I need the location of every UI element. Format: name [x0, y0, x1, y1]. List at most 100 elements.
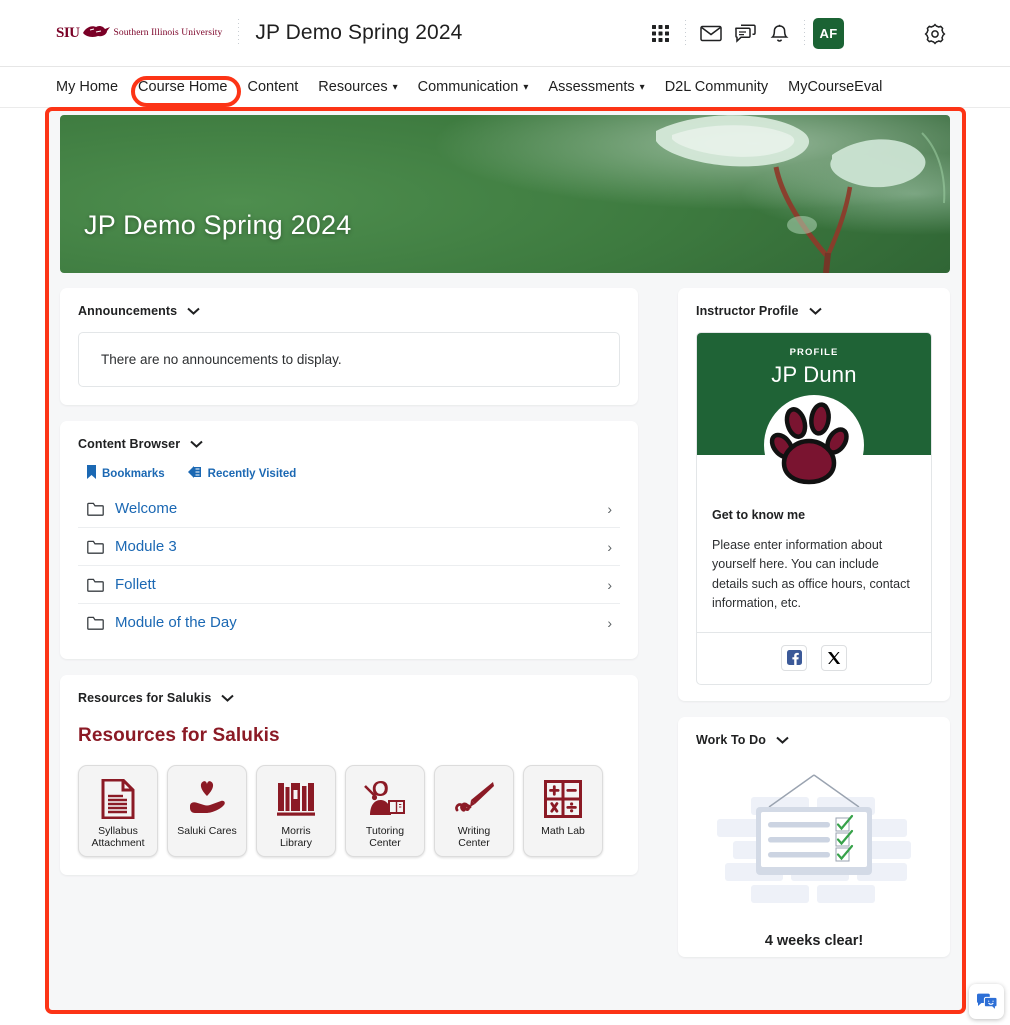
profile-subheading: Get to know me — [712, 508, 916, 522]
nav-item-label: Assessments — [548, 79, 634, 95]
resources-header: Resources for Salukis — [78, 691, 620, 705]
header-divider — [238, 19, 239, 47]
gear-icon[interactable] — [918, 17, 952, 51]
work-to-do-widget: Work To Do — [678, 717, 950, 957]
siu-logo-abbr: SIU — [56, 26, 80, 41]
content-browser-item-label: Welcome — [115, 500, 607, 517]
siu-logo-name: Southern Illinois University — [114, 28, 223, 38]
resource-tile-label: Math Lab — [539, 825, 587, 837]
resource-tile-label: Saluki Cares — [175, 825, 239, 837]
brand-block: SIU Southern Illinois University JP Demo… — [56, 19, 462, 47]
resource-tile-math-lab[interactable]: Math Lab — [523, 765, 603, 857]
nav-item-my-home[interactable]: My Home — [56, 79, 118, 95]
resource-tile-saluki-cares[interactable]: Saluki Cares — [167, 765, 247, 857]
instructor-avatar — [764, 395, 864, 495]
folder-icon — [87, 502, 104, 516]
math-symbols-icon — [544, 776, 582, 822]
resource-tile-tutoring-center[interactable]: Tutoring Center — [345, 765, 425, 857]
resources-widget: Resources for Salukis Resources for Salu… — [60, 675, 638, 875]
email-icon[interactable] — [694, 17, 728, 51]
resource-tile-label: Writing Center — [456, 825, 492, 850]
chevron-right-icon: › — [607, 501, 616, 517]
content-browser-item-welcome[interactable]: Welcome › — [78, 490, 620, 528]
instructor-profile-title: Instructor Profile — [696, 304, 799, 318]
profile-kicker: PROFILE — [790, 347, 839, 358]
resource-tile-label: Tutoring Center — [364, 825, 406, 850]
chevron-down-icon: ▾ — [393, 82, 398, 93]
tab-label: Bookmarks — [102, 468, 165, 480]
resource-tile-morris-library[interactable]: Morris Library — [256, 765, 336, 857]
course-navbar: My Home Course Home Content Resources ▾ … — [0, 67, 1010, 108]
instructor-profile-card: PROFILE JP Dunn — [696, 332, 932, 685]
nav-item-mycourseeval[interactable]: MyCourseEval — [788, 79, 882, 95]
content-browser-item-follett[interactable]: Follett › — [78, 566, 620, 604]
instructor-profile-widget: Instructor Profile PROFILE JP Dunn — [678, 288, 950, 701]
profile-bio: Please enter information about yourself … — [712, 536, 916, 632]
nav-item-assessments[interactable]: Assessments ▾ — [548, 79, 644, 95]
nav-item-resources[interactable]: Resources ▾ — [318, 79, 397, 95]
avatar[interactable]: AF — [813, 18, 844, 49]
minibar-actions: AF — [643, 0, 1010, 67]
work-to-do-header: Work To Do — [696, 733, 932, 747]
chevron-right-icon: › — [607, 577, 616, 593]
left-column: Announcements There are no announcements… — [60, 288, 638, 891]
chevron-down-icon[interactable] — [221, 694, 234, 702]
nav-item-course-home[interactable]: Course Home — [138, 79, 227, 95]
top-minibar: SIU Southern Illinois University JP Demo… — [0, 0, 1010, 67]
content-browser-item-module-of-the-day[interactable]: Module of the Day › — [78, 604, 620, 641]
siu-logo[interactable]: SIU Southern Illinois University — [56, 23, 222, 43]
nav-item-label: MyCourseEval — [788, 79, 882, 95]
resource-tile-label: Morris Library — [278, 825, 314, 850]
recently-visited-icon — [187, 465, 202, 482]
chevron-down-icon[interactable] — [776, 736, 789, 744]
chevron-down-icon[interactable] — [187, 307, 200, 315]
nav-item-content[interactable]: Content — [248, 79, 299, 95]
instructor-name: JP Dunn — [771, 362, 856, 388]
chevron-down-icon[interactable] — [809, 307, 822, 315]
chevron-down-icon[interactable] — [190, 440, 203, 448]
content-browser-item-label: Follett — [115, 576, 607, 593]
document-icon — [101, 776, 135, 822]
minibar-divider-1 — [685, 20, 686, 48]
books-icon — [276, 776, 316, 822]
announcements-title: Announcements — [78, 304, 177, 318]
nav-item-communication[interactable]: Communication ▾ — [418, 79, 529, 95]
saluki-dog-icon — [81, 23, 111, 44]
chevron-down-icon: ▾ — [640, 82, 645, 93]
banner-title: JP Demo Spring 2024 — [84, 210, 351, 241]
folder-icon — [87, 578, 104, 592]
right-column: Instructor Profile PROFILE JP Dunn — [678, 288, 950, 973]
nav-item-label: Course Home — [138, 79, 227, 95]
chat-bubble-icon[interactable] — [969, 984, 1004, 1019]
instructor-profile-header: Instructor Profile — [696, 304, 932, 318]
instructor-profile-card-header: PROFILE JP Dunn — [697, 333, 931, 455]
content-browser-tabs: Bookmarks Recently Visited — [78, 465, 620, 482]
banner-plant-graphic — [60, 115, 950, 273]
content-browser-header: Content Browser — [78, 437, 620, 451]
content-browser-title: Content Browser — [78, 437, 180, 451]
course-banner: JP Demo Spring 2024 — [60, 115, 950, 273]
nav-item-label: Resources — [318, 79, 387, 95]
bookmark-icon — [87, 465, 96, 482]
content-browser-item-label: Module 3 — [115, 538, 607, 555]
content-browser-item-module-3[interactable]: Module 3 › — [78, 528, 620, 566]
resource-tile-writing-center[interactable]: Writing Center — [434, 765, 514, 857]
announcements-widget: Announcements There are no announcements… — [60, 288, 638, 405]
x-twitter-icon[interactable] — [821, 645, 847, 671]
chat-icon[interactable] — [728, 17, 762, 51]
resource-tile-label: Syllabus Attachment — [89, 825, 146, 850]
tab-bookmarks[interactable]: Bookmarks — [87, 465, 165, 482]
resources-heading: Resources for Salukis — [78, 725, 620, 747]
chevron-right-icon: › — [607, 615, 616, 631]
resources-title: Resources for Salukis — [78, 691, 211, 705]
resource-tile-syllabus-attachment[interactable]: Syllabus Attachment — [78, 765, 158, 857]
folder-icon — [87, 540, 104, 554]
nav-item-d2l-community[interactable]: D2L Community — [665, 79, 768, 95]
page-title: JP Demo Spring 2024 — [255, 21, 462, 45]
hanging-checklist-icon — [696, 769, 932, 917]
tab-recently-visited[interactable]: Recently Visited — [187, 465, 297, 482]
waffle-grid-icon[interactable] — [643, 17, 677, 51]
facebook-icon[interactable] — [781, 645, 807, 671]
heart-in-hand-icon — [187, 776, 227, 822]
bell-icon[interactable] — [762, 17, 796, 51]
